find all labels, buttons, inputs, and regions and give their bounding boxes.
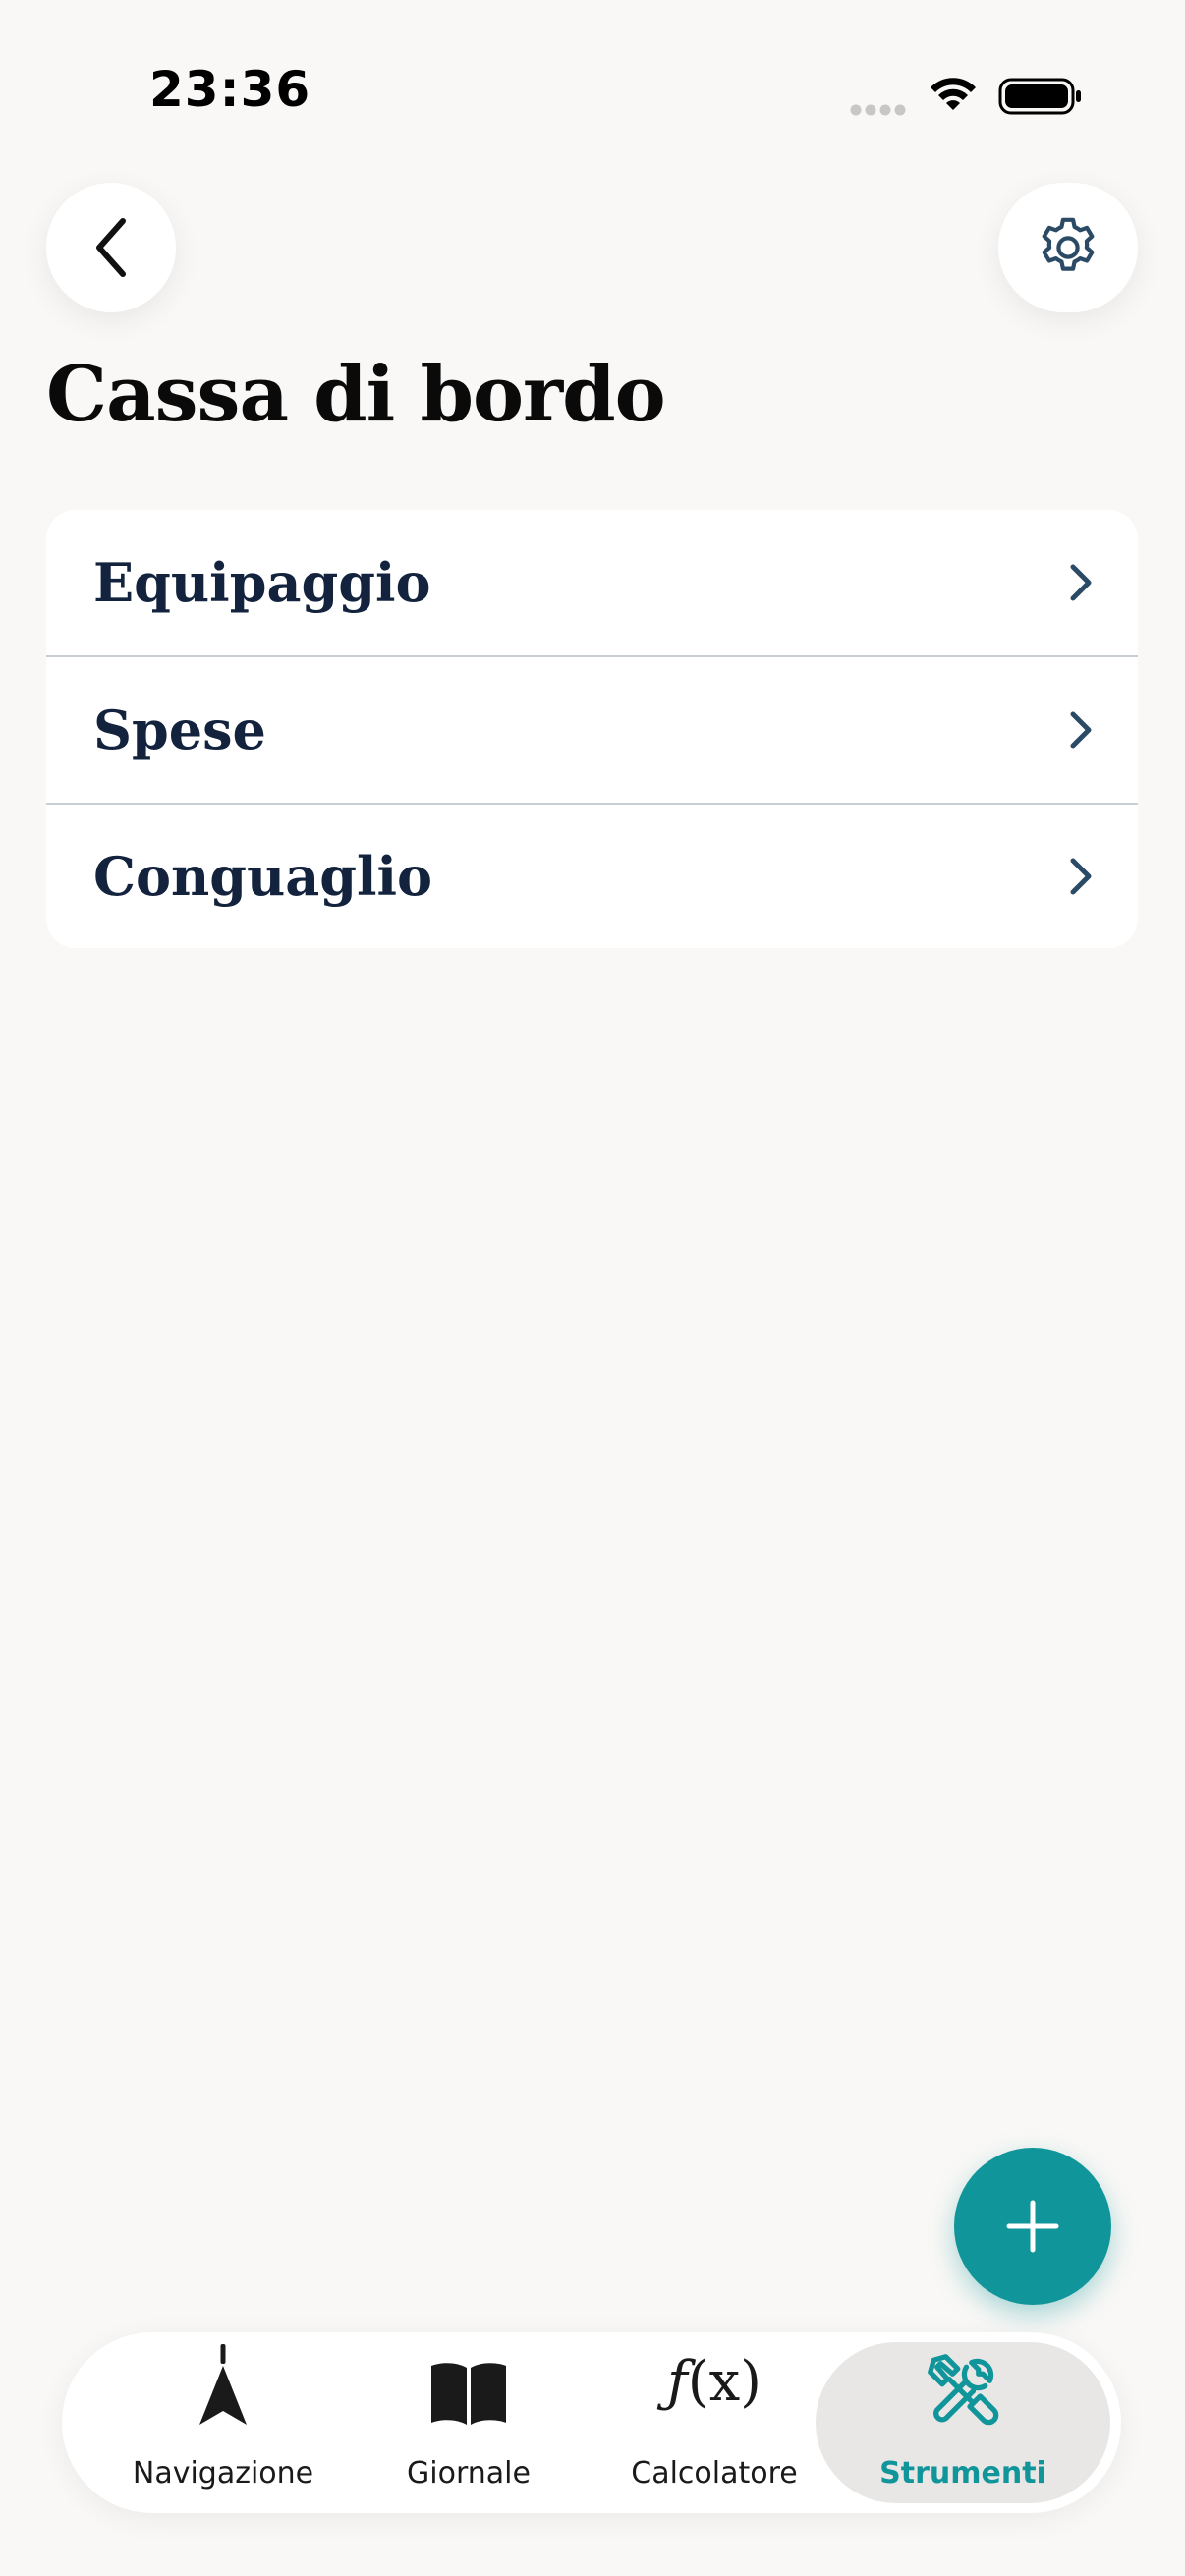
navigation-arrow-icon bbox=[199, 2344, 247, 2425]
book-icon bbox=[431, 2363, 506, 2425]
menu-item-conguaglio[interactable]: Conguaglio bbox=[46, 805, 1138, 948]
tab-label: Navigazione bbox=[132, 2456, 314, 2491]
tools-icon bbox=[928, 2354, 999, 2426]
chevron-left-icon bbox=[96, 218, 126, 277]
chevron-right-icon bbox=[1070, 711, 1092, 749]
back-button[interactable] bbox=[46, 183, 176, 312]
wifi-icon bbox=[931, 78, 976, 110]
menu-item-label: Spese bbox=[93, 699, 266, 761]
chevron-right-icon bbox=[1070, 858, 1092, 895]
add-button[interactable] bbox=[954, 2148, 1111, 2305]
status-time: 23:36 bbox=[149, 61, 311, 118]
menu-item-label: Equipaggio bbox=[93, 551, 431, 614]
gear-icon bbox=[1042, 217, 1095, 271]
chevron-right-icon bbox=[1070, 564, 1092, 601]
status-bar: 23:36 bbox=[0, 0, 1185, 147]
tab-calcolatore[interactable]: ƒ(x) Calcolatore bbox=[592, 2342, 837, 2503]
tab-label: Strumenti bbox=[879, 2456, 1046, 2491]
tab-bar: Navigazione Giornale ƒ(x) Calcolatore St… bbox=[62, 2332, 1121, 2513]
menu-list: Equipaggio Spese Conguaglio bbox=[46, 510, 1138, 948]
page-title: Cassa di bordo bbox=[46, 350, 666, 439]
settings-button[interactable] bbox=[998, 183, 1138, 312]
tab-label: Calcolatore bbox=[631, 2456, 798, 2491]
menu-item-spese[interactable]: Spese bbox=[46, 657, 1138, 805]
menu-item-label: Conguaglio bbox=[93, 845, 433, 908]
tab-label: Giornale bbox=[407, 2456, 531, 2491]
menu-item-equipaggio[interactable]: Equipaggio bbox=[46, 510, 1138, 657]
tab-giornale[interactable]: Giornale bbox=[346, 2342, 592, 2503]
function-icon: ƒ(x) bbox=[666, 2350, 762, 2414]
tab-strumenti[interactable]: Strumenti bbox=[816, 2342, 1110, 2503]
tab-navigazione[interactable]: Navigazione bbox=[100, 2342, 346, 2503]
cellular-signal-icon bbox=[850, 104, 906, 116]
battery-icon bbox=[998, 78, 1081, 115]
plus-icon bbox=[1006, 2200, 1059, 2253]
